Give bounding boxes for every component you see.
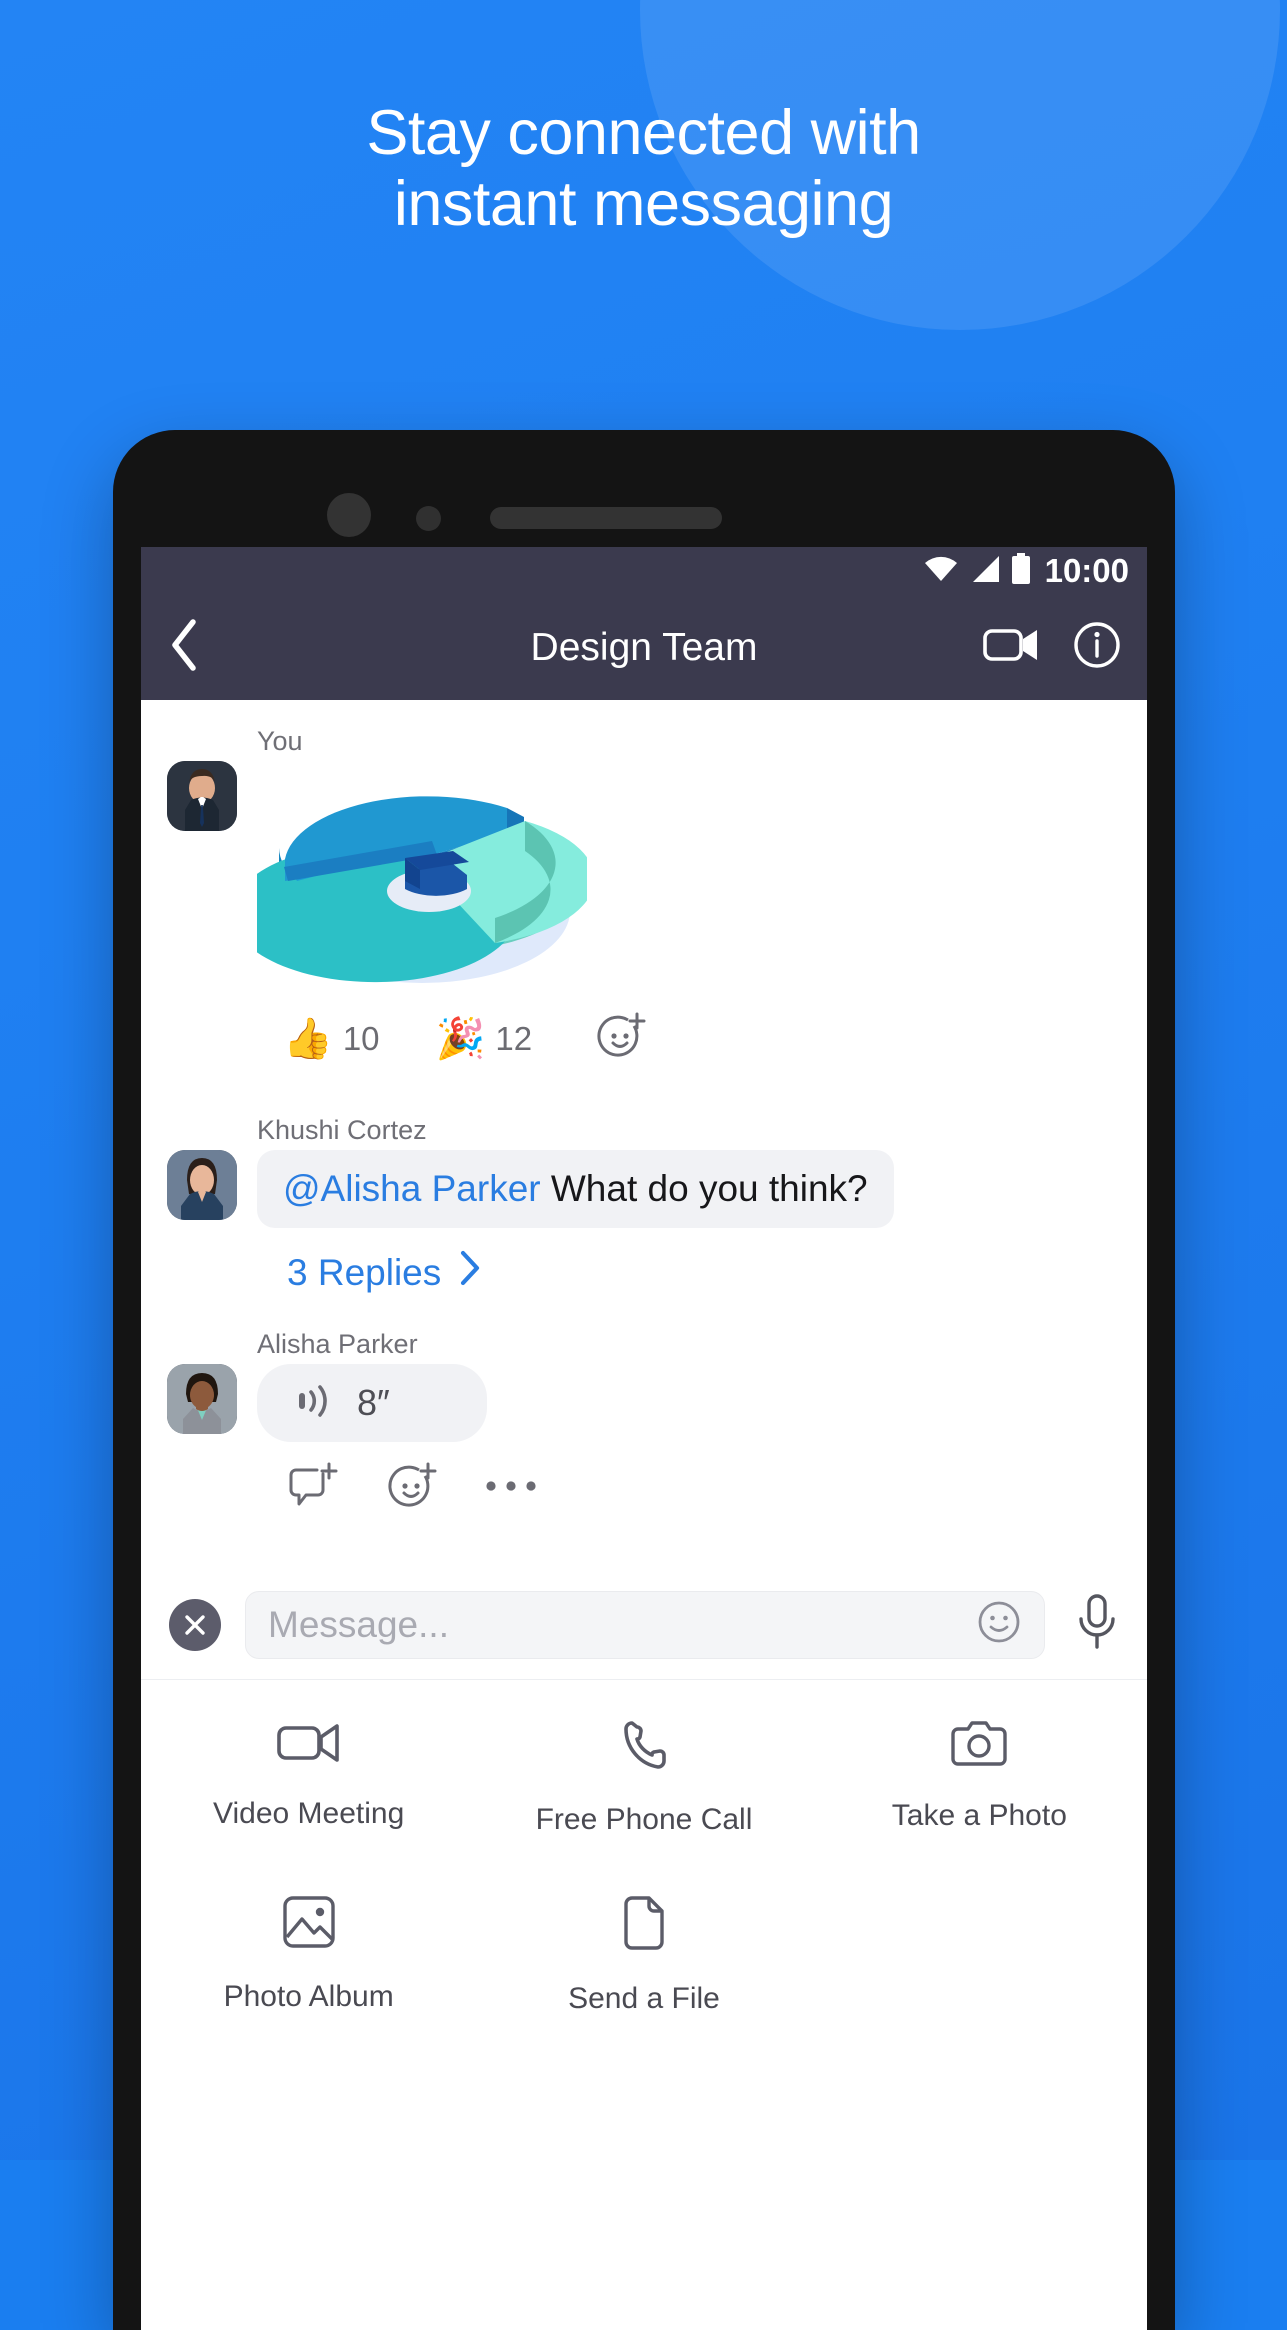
app-bar-actions (983, 621, 1121, 674)
avatar-woman-dark-hair (167, 1150, 237, 1220)
action-label: Take a Photo (891, 1799, 1067, 1832)
reaction-count: 10 (342, 1019, 380, 1057)
headline-line-1: Stay connected with (366, 98, 921, 168)
video-camera-icon[interactable] (983, 625, 1039, 670)
action-label: Photo Album (223, 1980, 394, 2013)
conversation-list: You 👍 10 🎉 12 Khushi Cortez @Alisha Park… (141, 700, 1147, 2016)
app-bar: Design Team (141, 595, 1147, 700)
wifi-icon (923, 554, 959, 589)
action-take-a-photo[interactable]: Take a Photo (812, 1720, 1147, 1837)
avatar-woman-short-hair (167, 1364, 237, 1434)
message-you: You 👍 10 🎉 12 (141, 700, 1147, 1067)
message-khushi-cortez: Khushi Cortez @Alisha Parker What do you… (141, 1067, 1147, 1295)
action-free-phone-call[interactable]: Free Phone Call (476, 1720, 811, 1837)
action-send-a-file[interactable]: Send a File (476, 1895, 811, 2016)
search-input[interactable]: Message... (245, 1590, 1045, 1659)
thumbs-up-icon: 👍 (283, 1016, 333, 1061)
emoji-smiley-icon[interactable] (976, 1599, 1022, 1650)
action-label: Free Phone Call (535, 1803, 753, 1836)
mention-link[interactable]: @Alisha Parker (283, 1168, 541, 1209)
sender-name: You (257, 726, 303, 756)
status-bar-clock: 10:00 (1044, 552, 1129, 589)
action-photo-album[interactable]: Photo Album (141, 1895, 476, 2016)
camera-lens-icon (327, 493, 371, 537)
chevron-right-icon (459, 1250, 481, 1295)
add-reaction-icon[interactable] (385, 1460, 437, 1517)
action-label: Video Meeting (213, 1797, 405, 1830)
replies-label: 3 Replies (287, 1251, 442, 1293)
phone-bezel-top (113, 430, 1175, 547)
voice-duration: 8″ (357, 1382, 390, 1423)
back-button[interactable] (167, 618, 227, 677)
video-camera-icon (276, 1720, 341, 1771)
reaction-thumbs-up[interactable]: 👍 10 (283, 1019, 380, 1059)
reply-bubble-plus-icon[interactable] (287, 1462, 339, 1515)
sender-name: Alisha Parker (257, 1329, 418, 1359)
voice-message-bubble[interactable]: 8″ (257, 1364, 487, 1442)
battery-icon (1011, 552, 1031, 590)
earpiece-speaker (490, 507, 722, 529)
sensor-dot-icon (416, 506, 441, 531)
reaction-count: 12 (495, 1019, 533, 1057)
chevron-left-icon (167, 618, 201, 677)
file-document-icon (622, 1895, 666, 1956)
status-bar: 10:00 (141, 547, 1147, 595)
thread-replies-link[interactable]: 3 Replies (167, 1228, 1147, 1295)
headline-line-2: instant messaging (393, 168, 894, 239)
message-input-bar: Message... (141, 1569, 1147, 1679)
action-label: Send a File (568, 1982, 720, 2015)
page-title: Stay connected with instant messaging (0, 98, 1287, 239)
voice-wave-icon (291, 1379, 335, 1428)
avatar[interactable] (167, 761, 237, 831)
message-text: What do you think? (540, 1168, 868, 1209)
more-horizontal-icon[interactable] (483, 1476, 539, 1501)
avatar[interactable] (167, 1150, 237, 1220)
action-video-meeting[interactable]: Video Meeting (141, 1720, 476, 1837)
message-placeholder: Message... (268, 1603, 449, 1645)
close-circle-icon[interactable] (169, 1598, 221, 1651)
reaction-party-popper[interactable]: 🎉 12 (436, 1019, 533, 1059)
avatar-man-suit (167, 761, 237, 831)
add-reaction-button[interactable] (594, 1010, 646, 1067)
phone-handset-icon (618, 1720, 670, 1777)
attachment-action-grid: Video Meeting Free Phone Call Take a Pho… (141, 1679, 1147, 2016)
camera-icon (950, 1720, 1008, 1773)
sender-name: Khushi Cortez (257, 1115, 427, 1145)
cellular-signal-icon (969, 554, 1001, 589)
message-action-row (167, 1442, 1147, 1517)
phone-mockup: 10:00 Design Team You 👍 10 🎉 12 Khushi C… (113, 430, 1175, 2330)
reaction-row: 👍 10 🎉 12 (167, 998, 1147, 1067)
message-alisha-parker: Alisha Parker 8″ (141, 1295, 1147, 1517)
info-circle-icon[interactable] (1073, 621, 1121, 674)
phone-screen: 10:00 Design Team You 👍 10 🎉 12 Khushi C… (141, 547, 1147, 2330)
party-popper-icon: 🎉 (435, 1016, 486, 1061)
message-bubble[interactable]: @Alisha Parker What do you think? (257, 1150, 894, 1228)
add-reaction-icon (594, 1010, 646, 1067)
microphone-icon[interactable] (1075, 1593, 1119, 1656)
chart-image-message[interactable] (231, 763, 595, 998)
photo-image-icon (282, 1895, 336, 1954)
3d-donut-chart-illustration (231, 796, 595, 983)
avatar[interactable] (167, 1364, 237, 1434)
